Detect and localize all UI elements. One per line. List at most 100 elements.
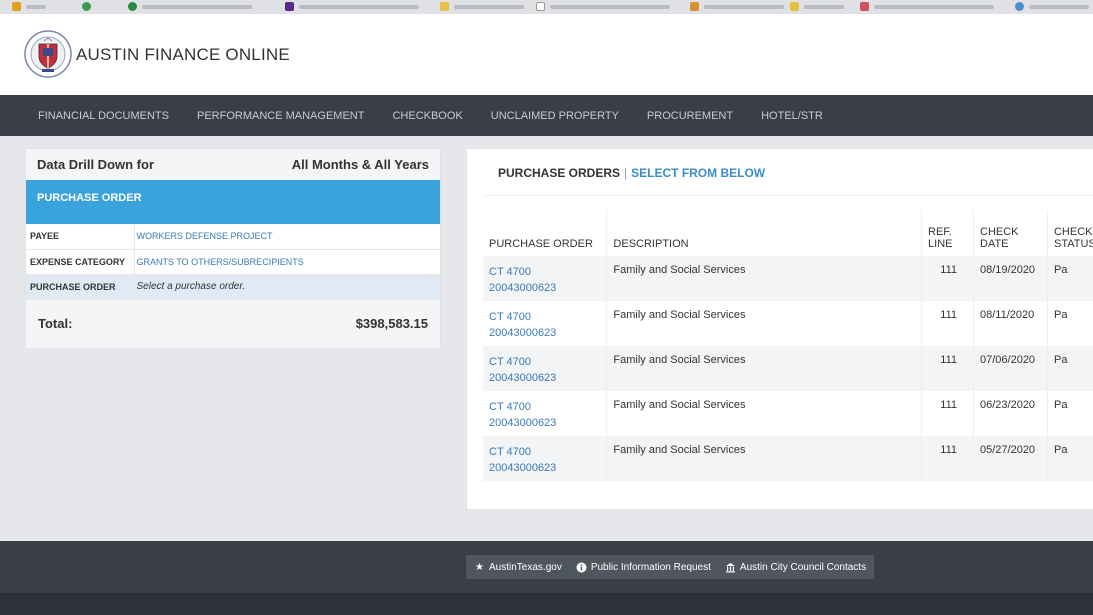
col-header-check-status-1: CHECK (1053, 226, 1093, 238)
star-icon: ★ (475, 561, 484, 573)
col-header-description[interactable]: DESCRIPTION (606, 210, 923, 256)
bookmark-item[interactable] (790, 2, 844, 11)
po-cell: CT 4700 20043000623 (483, 301, 608, 346)
divider (483, 195, 1093, 196)
po-cell: CT 4700 20043000623 (483, 436, 608, 481)
panel-title-main: PURCHASE ORDERS (498, 166, 621, 180)
drill-down-scope: All Months & All Years (291, 157, 429, 172)
col-header-check-status[interactable]: CHECK STATUS (1047, 210, 1093, 256)
city-seal-logo[interactable] (24, 30, 72, 78)
nav-financial-documents[interactable]: FINANCIAL DOCUMENTS (24, 110, 183, 122)
capitol-icon (725, 562, 736, 573)
po-link[interactable]: CT 4700 20043000623 (489, 309, 600, 341)
nav-unclaimed-property[interactable]: UNCLAIMED PROPERTY (477, 110, 633, 122)
description-cell: Family and Social Services (606, 346, 923, 391)
footer-link-public-info[interactable]: Public Information Request (576, 562, 711, 573)
po-cell: CT 4700 20043000623 (483, 256, 608, 301)
footer-link-label: AustinTexas.gov (489, 561, 562, 573)
table-row[interactable]: CT 4700 20043000623 Family and Social Ser… (483, 301, 1093, 346)
col-header-ref-line[interactable]: REF. LINE (921, 210, 974, 256)
table-row[interactable]: CT 4700 20043000623 Family and Social Ser… (483, 256, 1093, 301)
purchase-order-banner: PURCHASE ORDER (26, 180, 440, 224)
main-nav: FINANCIAL DOCUMENTS PERFORMANCE MANAGEME… (0, 95, 1093, 136)
site-header: AUSTIN FINANCE ONLINE (0, 14, 1093, 95)
site-footer: ★ AustinTexas.gov Public Information Req… (0, 541, 1093, 593)
check-date-cell: 06/23/2020 (973, 391, 1048, 436)
bookmark-item[interactable] (285, 2, 419, 11)
bookmark-item[interactable] (440, 2, 524, 11)
po-number-line-2: 20043000623 (489, 327, 557, 339)
nav-performance-management[interactable]: PERFORMANCE MANAGEMENT (183, 110, 378, 122)
total-row: Total: $398,583.15 (26, 299, 440, 348)
po-number-line-1: CT 4700 (489, 446, 531, 458)
filter-row-payee: PAYEE WORKERS DEFENSE PROJECT (26, 224, 440, 250)
check-date-cell: 07/06/2020 (973, 346, 1048, 391)
footer-links: ★ AustinTexas.gov Public Information Req… (466, 555, 875, 579)
panel-title: PURCHASE ORDERS | SELECT FROM BELOW (498, 166, 765, 180)
col-header-ref-line-2: LINE (928, 238, 953, 250)
bookmark-item[interactable] (860, 2, 994, 11)
table-row[interactable]: CT 4700 20043000623 Family and Social Ser… (483, 346, 1093, 391)
drill-down-panel: Data Drill Down for All Months & All Yea… (25, 148, 441, 348)
bookmark-item[interactable] (1015, 2, 1089, 11)
po-number-line-1: CT 4700 (489, 356, 531, 368)
po-number-line-2: 20043000623 (489, 417, 557, 429)
ref-line-cell: 111 (921, 346, 974, 391)
po-number-line-1: CT 4700 (489, 401, 531, 413)
table-row[interactable]: CT 4700 20043000623 Family and Social Ser… (483, 436, 1093, 481)
filter-value-link[interactable]: WORKERS DEFENSE PROJECT (134, 224, 440, 250)
col-header-check-date[interactable]: CHECK DATE (973, 210, 1048, 256)
footer-link-council[interactable]: Austin City Council Contacts (725, 562, 866, 573)
total-label: Total: (38, 316, 73, 331)
check-status-cell: Pa (1047, 436, 1093, 481)
footer-link-austintexas[interactable]: ★ AustinTexas.gov (474, 562, 562, 573)
po-number-line-2: 20043000623 (489, 462, 557, 474)
description-cell: Family and Social Services (606, 436, 923, 481)
description-cell: Family and Social Services (606, 391, 923, 436)
info-icon (576, 562, 587, 573)
po-number-line-1: CT 4700 (489, 311, 531, 323)
col-header-check-date-1: CHECK (980, 226, 1019, 238)
panel-title-separator: | (624, 166, 628, 180)
drill-down-header: Data Drill Down for All Months & All Yea… (26, 149, 440, 180)
nav-hotel-str[interactable]: HOTEL/STR (747, 110, 837, 122)
total-amount: $398,583.15 (355, 316, 428, 331)
nav-procurement[interactable]: PROCUREMENT (633, 110, 747, 122)
panel-title-sub: SELECT FROM BELOW (631, 166, 766, 180)
site-title[interactable]: AUSTIN FINANCE ONLINE (76, 45, 290, 65)
filter-key: PAYEE (26, 224, 135, 250)
bookmark-item[interactable] (536, 2, 670, 11)
browser-bookmarks-bar (0, 0, 1093, 14)
col-header-check-date-2: DATE (980, 238, 1009, 250)
col-header-purchase-order[interactable]: PURCHASE ORDER (483, 210, 608, 256)
description-cell: Family and Social Services (606, 301, 923, 346)
ref-line-cell: 111 (921, 391, 974, 436)
filter-value-prompt: Select a purchase order. (134, 274, 440, 300)
drill-filter-table: PAYEE WORKERS DEFENSE PROJECT EXPENSE CA… (26, 224, 440, 300)
bookmark-item[interactable] (128, 2, 252, 11)
nav-checkbook[interactable]: CHECKBOOK (378, 110, 476, 122)
bookmark-item[interactable] (82, 2, 91, 11)
bookmark-item[interactable] (690, 2, 784, 11)
po-number-line-2: 20043000623 (489, 282, 557, 294)
po-link[interactable]: CT 4700 20043000623 (489, 264, 600, 296)
po-link[interactable]: CT 4700 20043000623 (489, 354, 600, 386)
po-link[interactable]: CT 4700 20043000623 (489, 399, 600, 431)
ref-line-cell: 111 (921, 256, 974, 301)
ref-line-cell: 111 (921, 301, 974, 346)
check-status-cell: Pa (1047, 391, 1093, 436)
filter-value-link[interactable]: GRANTS TO OTHERS/SUBRECIPIENTS (134, 249, 440, 275)
table-header-row: PURCHASE ORDER DESCRIPTION REF. LINE CHEC… (483, 210, 1093, 256)
bookmark-apps[interactable] (12, 2, 46, 11)
po-link[interactable]: CT 4700 20043000623 (489, 444, 600, 476)
purchase-orders-table: PURCHASE ORDER DESCRIPTION REF. LINE CHEC… (483, 210, 1093, 481)
check-status-cell: Pa (1047, 346, 1093, 391)
filter-row-expense-category: EXPENSE CATEGORY GRANTS TO OTHERS/SUBREC… (26, 249, 440, 275)
ref-line-cell: 111 (921, 436, 974, 481)
footer-link-label: Public Information Request (590, 561, 711, 573)
check-date-cell: 08/19/2020 (973, 256, 1048, 301)
purchase-orders-panel: PURCHASE ORDERS | SELECT FROM BELOW PURCHA… (466, 148, 1093, 510)
footer-bottom-band (0, 593, 1093, 615)
filter-row-purchase-order: PURCHASE ORDER Select a purchase order. (26, 274, 440, 300)
table-row[interactable]: CT 4700 20043000623 Family and Social Ser… (483, 391, 1093, 436)
